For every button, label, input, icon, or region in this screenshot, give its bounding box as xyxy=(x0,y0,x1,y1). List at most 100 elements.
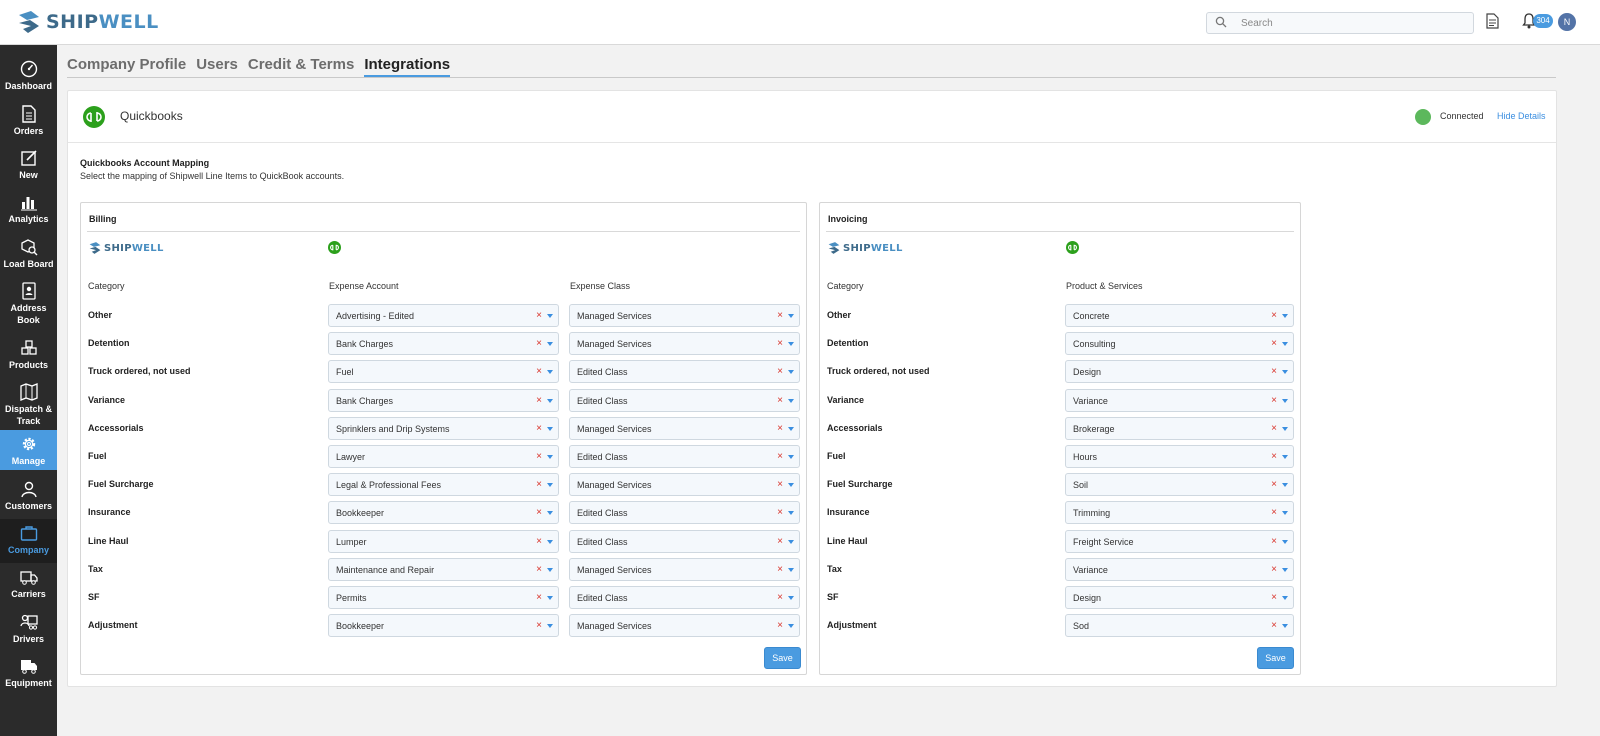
tab-company-profile[interactable]: Company Profile xyxy=(67,54,186,77)
shipwell-logo[interactable]: SHIPWELL xyxy=(16,9,159,35)
product-services-select[interactable]: Consulting × xyxy=(1065,332,1294,355)
clear-icon[interactable]: × xyxy=(1271,338,1277,349)
clear-icon[interactable]: × xyxy=(777,592,783,603)
clear-icon[interactable]: × xyxy=(777,479,783,490)
clear-icon[interactable]: × xyxy=(536,507,542,518)
product-services-select[interactable]: Brokerage × xyxy=(1065,417,1294,440)
avatar[interactable]: N xyxy=(1558,13,1576,31)
expense-account-select[interactable]: Bank Charges × xyxy=(328,332,559,355)
expense-account-select[interactable]: Lumper × xyxy=(328,530,559,553)
product-services-select[interactable]: Concrete × xyxy=(1065,304,1294,327)
sidebar-item-dashboard[interactable]: Dashboard xyxy=(0,55,57,99)
clear-icon[interactable]: × xyxy=(536,620,542,631)
caret-down-icon[interactable] xyxy=(547,483,553,487)
clear-icon[interactable]: × xyxy=(777,310,783,321)
sidebar-item-customers[interactable]: Customers xyxy=(0,475,57,519)
product-services-select[interactable]: Freight Service × xyxy=(1065,530,1294,553)
clear-icon[interactable]: × xyxy=(536,479,542,490)
caret-down-icon[interactable] xyxy=(547,455,553,459)
sidebar-item-new[interactable]: New xyxy=(0,144,57,188)
expense-account-select[interactable]: Bookkeeper × xyxy=(328,614,559,637)
sidebar-item-orders[interactable]: Orders xyxy=(0,100,57,144)
product-services-select[interactable]: Variance × xyxy=(1065,389,1294,412)
clear-icon[interactable]: × xyxy=(536,423,542,434)
expense-account-select[interactable]: Lawyer × xyxy=(328,445,559,468)
expense-class-select[interactable]: Managed Services × xyxy=(569,614,800,637)
sidebar-item-company[interactable]: Company xyxy=(0,519,57,563)
clear-icon[interactable]: × xyxy=(1271,395,1277,406)
caret-down-icon[interactable] xyxy=(547,370,553,374)
caret-down-icon[interactable] xyxy=(788,342,794,346)
expense-class-select[interactable]: Edited Class × xyxy=(569,530,800,553)
caret-down-icon[interactable] xyxy=(788,568,794,572)
caret-down-icon[interactable] xyxy=(547,540,553,544)
caret-down-icon[interactable] xyxy=(1282,427,1288,431)
sidebar-item-analytics[interactable]: Analytics xyxy=(0,188,57,232)
caret-down-icon[interactable] xyxy=(1282,399,1288,403)
caret-down-icon[interactable] xyxy=(788,399,794,403)
billing-save-button[interactable]: Save xyxy=(764,647,801,669)
expense-account-select[interactable]: Sprinklers and Drip Systems × xyxy=(328,417,559,440)
sidebar-item-products[interactable]: Products xyxy=(0,334,57,378)
clear-icon[interactable]: × xyxy=(1271,536,1277,547)
caret-down-icon[interactable] xyxy=(547,427,553,431)
expense-account-select[interactable]: Bookkeeper × xyxy=(328,501,559,524)
sidebar-item-drivers[interactable]: Drivers xyxy=(0,608,57,652)
clear-icon[interactable]: × xyxy=(1271,451,1277,462)
clear-icon[interactable]: × xyxy=(777,620,783,631)
tab-integrations[interactable]: Integrations xyxy=(364,54,451,77)
product-services-select[interactable]: Hours × xyxy=(1065,445,1294,468)
clear-icon[interactable]: × xyxy=(1271,423,1277,434)
expense-account-select[interactable]: Permits × xyxy=(328,586,559,609)
clear-icon[interactable]: × xyxy=(1271,592,1277,603)
clear-icon[interactable]: × xyxy=(1271,507,1277,518)
caret-down-icon[interactable] xyxy=(547,568,553,572)
caret-down-icon[interactable] xyxy=(1282,370,1288,374)
caret-down-icon[interactable] xyxy=(788,540,794,544)
tab-credit-terms[interactable]: Credit & Terms xyxy=(248,54,354,77)
caret-down-icon[interactable] xyxy=(788,511,794,515)
expense-class-select[interactable]: Managed Services × xyxy=(569,558,800,581)
caret-down-icon[interactable] xyxy=(547,624,553,628)
expense-class-select[interactable]: Edited Class × xyxy=(569,360,800,383)
caret-down-icon[interactable] xyxy=(547,511,553,515)
caret-down-icon[interactable] xyxy=(1282,483,1288,487)
clear-icon[interactable]: × xyxy=(777,395,783,406)
clear-icon[interactable]: × xyxy=(536,451,542,462)
product-services-select[interactable]: Design × xyxy=(1065,360,1294,383)
clear-icon[interactable]: × xyxy=(777,338,783,349)
clear-icon[interactable]: × xyxy=(777,451,783,462)
expense-class-select[interactable]: Managed Services × xyxy=(569,332,800,355)
caret-down-icon[interactable] xyxy=(547,314,553,318)
clear-icon[interactable]: × xyxy=(777,536,783,547)
expense-class-select[interactable]: Managed Services × xyxy=(569,304,800,327)
clear-icon[interactable]: × xyxy=(1271,366,1277,377)
expense-class-select[interactable]: Edited Class × xyxy=(569,445,800,468)
sidebar-item-dispatch-track[interactable]: Dispatch & Track xyxy=(0,378,57,434)
search-box[interactable] xyxy=(1206,12,1474,34)
caret-down-icon[interactable] xyxy=(1282,314,1288,318)
notification-badge[interactable]: 304 xyxy=(1533,14,1553,28)
document-icon[interactable] xyxy=(1486,13,1500,31)
caret-down-icon[interactable] xyxy=(788,427,794,431)
clear-icon[interactable]: × xyxy=(536,366,542,377)
caret-down-icon[interactable] xyxy=(547,342,553,346)
clear-icon[interactable]: × xyxy=(536,564,542,575)
product-services-select[interactable]: Soil × xyxy=(1065,473,1294,496)
sidebar-item-carriers[interactable]: Carriers xyxy=(0,563,57,607)
caret-down-icon[interactable] xyxy=(1282,455,1288,459)
caret-down-icon[interactable] xyxy=(1282,342,1288,346)
product-services-select[interactable]: Variance × xyxy=(1065,558,1294,581)
search-input[interactable] xyxy=(1241,17,1461,29)
clear-icon[interactable]: × xyxy=(1271,620,1277,631)
clear-icon[interactable]: × xyxy=(777,366,783,377)
clear-icon[interactable]: × xyxy=(1271,310,1277,321)
tab-users[interactable]: Users xyxy=(196,54,238,77)
caret-down-icon[interactable] xyxy=(788,370,794,374)
product-services-select[interactable]: Sod × xyxy=(1065,614,1294,637)
caret-down-icon[interactable] xyxy=(788,596,794,600)
expense-account-select[interactable]: Legal & Professional Fees × xyxy=(328,473,559,496)
clear-icon[interactable]: × xyxy=(536,395,542,406)
sidebar-item-address-book[interactable]: Address Book xyxy=(0,277,57,333)
caret-down-icon[interactable] xyxy=(1282,540,1288,544)
